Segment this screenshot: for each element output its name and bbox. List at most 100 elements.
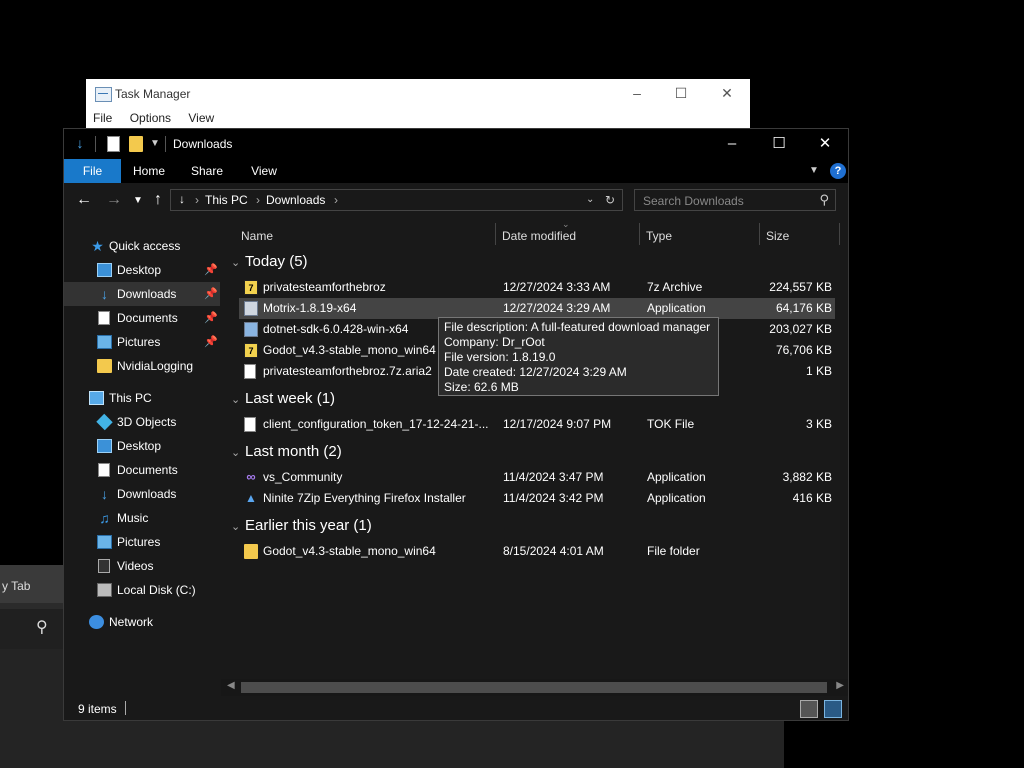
file-row[interactable]: Motrix-1.8.19-x64 12/27/2024 3:29 AM App…: [239, 298, 835, 319]
column-divider[interactable]: [495, 223, 496, 245]
nav-label: Music: [117, 511, 149, 525]
file-row[interactable]: client_configuration_token_17-12-24-21-.…: [239, 414, 835, 435]
nav-quick-access[interactable]: ★ Quick access: [64, 234, 220, 258]
nav-label: This PC: [109, 391, 152, 405]
tooltip-description: File description: A full-featured downlo…: [444, 320, 711, 334]
tab-home[interactable]: Home: [127, 159, 171, 183]
column-name[interactable]: Name: [241, 223, 273, 249]
menu-options[interactable]: Options: [130, 111, 171, 125]
group-header[interactable]: ⌄ Earlier this year (1): [231, 515, 372, 537]
divider: [125, 701, 126, 715]
nav-pc-documents[interactable]: Documents: [64, 458, 220, 482]
nav-quick-desktop[interactable]: Desktop 📌: [64, 258, 220, 282]
scroll-left-icon[interactable]: ◀: [227, 680, 235, 691]
nav-pc-desktop[interactable]: Desktop: [64, 434, 220, 458]
minimize-icon[interactable]: –: [709, 129, 755, 159]
forward-icon[interactable]: →: [104, 191, 124, 209]
scrollbar-thumb[interactable]: [241, 682, 827, 693]
customize-toolbar-icon[interactable]: ▼: [150, 138, 160, 154]
refresh-icon[interactable]: ↻: [605, 193, 615, 207]
minimize-icon[interactable]: –: [614, 83, 660, 105]
tab-share[interactable]: Share: [184, 159, 230, 183]
close-icon[interactable]: ✕: [704, 83, 750, 105]
back-icon[interactable]: ←: [74, 191, 94, 209]
file-row[interactable]: ∞ vs_Community 11/4/2024 3:47 PM Applica…: [239, 467, 835, 488]
new-folder-icon[interactable]: [129, 136, 143, 152]
nav-quick-downloads[interactable]: ↓ Downloads 📌: [64, 282, 220, 306]
file-type: Application: [647, 491, 706, 505]
column-divider[interactable]: [759, 223, 760, 245]
search-box[interactable]: Search Downloads ⚲: [634, 189, 836, 211]
column-divider[interactable]: [639, 223, 640, 245]
ninite-icon: ▲: [245, 491, 257, 505]
help-icon[interactable]: ?: [830, 163, 846, 179]
breadcrumb-separator: ›: [334, 193, 338, 207]
menu-file[interactable]: File: [93, 111, 112, 125]
nav-this-pc[interactable]: This PC: [64, 386, 220, 410]
column-type[interactable]: Type: [646, 223, 672, 249]
nav-quick-documents[interactable]: Documents 📌: [64, 306, 220, 330]
up-icon[interactable]: ↑: [148, 191, 168, 209]
pin-icon[interactable]: 📌: [204, 258, 218, 282]
horizontal-scrollbar[interactable]: ◀ ▶: [221, 679, 848, 696]
large-icons-view-icon[interactable]: [824, 700, 842, 718]
file-size: 416 KB: [792, 491, 832, 505]
nav-pc-videos[interactable]: Videos: [64, 554, 220, 578]
file-row[interactable]: 7 privatesteamforthebroz 12/27/2024 3:33…: [239, 277, 835, 298]
details-view-icon[interactable]: [800, 700, 818, 718]
computer-icon: [89, 391, 104, 405]
group-header[interactable]: ⌄ Today (5): [231, 251, 308, 273]
chevron-down-icon: ⌄: [231, 257, 241, 269]
close-icon[interactable]: ✕: [802, 129, 848, 159]
star-icon: ★: [91, 238, 104, 254]
column-divider[interactable]: [839, 223, 840, 245]
nav-quick-pictures[interactable]: Pictures 📌: [64, 330, 220, 354]
file-name: privatesteamforthebroz: [263, 280, 386, 294]
ribbon-expand-icon[interactable]: ▼: [806, 159, 822, 183]
pin-icon[interactable]: 📌: [204, 282, 218, 306]
nav-pc-local-disk[interactable]: Local Disk (C:): [64, 578, 220, 602]
nav-label: Downloads: [117, 287, 177, 301]
maximize-icon[interactable]: ☐: [658, 83, 704, 105]
group-header[interactable]: ⌄ Last week (1): [231, 388, 335, 410]
nav-label: Documents: [117, 311, 178, 325]
properties-icon[interactable]: [107, 136, 120, 152]
desktop-icon: [97, 263, 112, 277]
nav-label: Videos: [117, 559, 154, 573]
tab-file[interactable]: File: [64, 159, 121, 183]
breadcrumb-downloads[interactable]: Downloads: [266, 193, 325, 207]
nav-network[interactable]: Network: [64, 610, 220, 634]
tab-view[interactable]: View: [242, 159, 286, 183]
pin-icon[interactable]: 📌: [204, 306, 218, 330]
search-input[interactable]: Search Downloads: [643, 194, 744, 208]
nav-pc-music[interactable]: ♫ Music: [64, 506, 220, 530]
title-bar: ↓ ▼ Downloads – ☐ ✕: [64, 129, 848, 159]
breadcrumb-this-pc[interactable]: This PC: [205, 193, 248, 207]
nav-quick-nvidialogging[interactable]: NvidiaLogging: [64, 354, 220, 378]
file-row[interactable]: Godot_v4.3-stable_mono_win64 8/15/2024 4…: [239, 541, 835, 562]
file-explorer-window: ↓ ▼ Downloads – ☐ ✕ File Home Share View…: [63, 128, 849, 721]
group-label: Today (5): [245, 253, 308, 270]
background-tab[interactable]: y Tab: [0, 565, 64, 603]
file-row[interactable]: ▲ Ninite 7Zip Everything Firefox Install…: [239, 488, 835, 509]
breadcrumb-separator: ›: [195, 193, 199, 207]
nav-pc-downloads[interactable]: ↓ Downloads: [64, 482, 220, 506]
search-icon[interactable]: ⚲: [36, 617, 60, 641]
address-dropdown-icon[interactable]: ⌄: [586, 194, 594, 205]
menu-view[interactable]: View: [188, 111, 214, 125]
nav-label: Pictures: [117, 535, 161, 549]
scroll-right-icon[interactable]: ▶: [836, 680, 844, 691]
file-date: 11/4/2024 3:42 PM: [503, 491, 604, 505]
maximize-icon[interactable]: ☐: [756, 129, 802, 159]
downloads-icon: ↓: [101, 286, 108, 302]
ribbon: File Home Share View ▼ ?: [64, 159, 848, 183]
nav-pc-3d-objects[interactable]: 3D Objects: [64, 410, 220, 434]
column-size[interactable]: Size: [766, 223, 789, 249]
file-name: Motrix-1.8.19-x64: [263, 301, 357, 315]
group-header[interactable]: ⌄ Last month (2): [231, 441, 342, 463]
recent-locations-icon[interactable]: ▼: [128, 195, 148, 206]
address-bar[interactable]: ↓ › This PC › Downloads › ⌄ ↻: [170, 189, 623, 211]
nav-pc-pictures[interactable]: Pictures: [64, 530, 220, 554]
search-icon[interactable]: ⚲: [819, 192, 829, 208]
pin-icon[interactable]: 📌: [204, 330, 218, 354]
